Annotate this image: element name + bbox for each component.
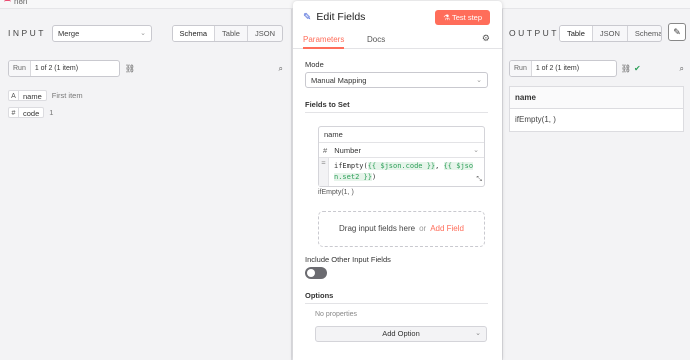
input-run-row: Run 1 of 2 (1 item) ⛓ ⌕ — [8, 60, 283, 77]
mode-select[interactable]: Manual Mapping ⌄ — [305, 72, 488, 88]
table-cell: ifEmpty(1, ) — [515, 115, 556, 124]
tab-table[interactable]: Table — [559, 25, 593, 41]
run-value: 1 of 2 (1 item) — [535, 65, 580, 72]
test-step-button[interactable]: ⚗ Test step — [435, 10, 490, 25]
add-field-link[interactable]: Add Field — [430, 224, 464, 233]
options-label: Options — [305, 291, 334, 300]
field-value-expression[interactable]: = ifEmpty({{ $json.code }}, {{ $jso n.set… — [319, 158, 484, 186]
tab-table[interactable]: Table — [215, 25, 248, 41]
unlink-icon[interactable]: ⛓ — [125, 64, 135, 73]
modal-tabs: Parameters Docs ⚙ — [293, 33, 502, 49]
check-circle-icon: ✔ — [634, 64, 641, 73]
toggle-knob — [307, 269, 315, 277]
output-label: OUTPUT — [509, 28, 559, 38]
field-type-select[interactable]: # Number ⌄ — [319, 143, 484, 158]
run-label: Run — [9, 61, 31, 76]
expression-icon: = — [319, 158, 329, 186]
input-panel: INPUT Merge ⌄ Schema Table JSON Run 1 of… — [0, 9, 292, 360]
tab-docs[interactable]: Docs — [367, 35, 385, 44]
input-node-select[interactable]: Merge ⌄ — [52, 24, 152, 42]
include-fields-toggle[interactable] — [305, 267, 327, 279]
app-name: h8n — [14, 0, 28, 6]
search-icon[interactable]: ⌕ — [680, 64, 684, 74]
chevron-down-icon: ⌄ — [473, 147, 479, 154]
chevron-down-icon: ⌄ — [476, 77, 482, 84]
add-option-select[interactable]: Add Option ⌄ — [315, 326, 487, 342]
tab-schema[interactable]: Schema — [172, 25, 216, 41]
run-value: 1 of 2 (1 item) — [34, 65, 79, 72]
output-header: OUTPUT Table JSON Schema — [509, 24, 662, 42]
tab-parameters[interactable]: Parameters — [303, 35, 345, 49]
chevron-down-icon: ⌄ — [140, 29, 146, 37]
schema-item[interactable]: # code 1 — [8, 106, 53, 118]
tab-schema[interactable]: Schema — [628, 26, 661, 41]
chevron-down-icon: ⌄ — [475, 330, 481, 337]
search-icon[interactable]: ⌕ — [279, 64, 283, 74]
output-run-select[interactable]: Run 1 of 2 (1 item) — [509, 60, 617, 77]
number-type-icon: # — [323, 146, 328, 155]
divider — [305, 112, 488, 113]
field-dropzone[interactable]: Drag input fields here or Add Field — [318, 211, 485, 247]
mode-label: Mode — [305, 60, 324, 69]
output-table: name ifEmpty(1, ) — [509, 86, 684, 132]
tab-json[interactable]: JSON — [593, 25, 628, 41]
expression-code: ifEmpty({{ $json.code }}, {{ $jso n.set2 … — [334, 162, 474, 181]
edit-fields-modal: ✎ Edit Fields ⚗ Test step Parameters Doc… — [293, 1, 502, 360]
flask-icon: ⚗ — [443, 13, 451, 22]
divider — [305, 303, 488, 304]
input-label: INPUT — [8, 28, 46, 38]
run-label: Run — [510, 61, 532, 76]
schema-item[interactable]: A name First item — [8, 89, 83, 101]
output-view-tabs: Table JSON Schema — [558, 24, 662, 42]
unlink-icon[interactable]: ⛓ — [621, 64, 631, 73]
gear-icon[interactable]: ⚙ — [482, 33, 490, 44]
expression-preview: ifEmpty(1, ) — [318, 189, 354, 196]
number-type-icon: # — [8, 106, 19, 118]
field-card: name # Number ⌄ = ifEmpty({{ $json.code … — [318, 126, 485, 187]
input-run-select[interactable]: Run 1 of 2 (1 item) — [8, 60, 120, 77]
output-panel: OUTPUT Table JSON Schema ✎ Run 1 of 2 (1… — [502, 9, 690, 360]
pencil-icon: ✎ — [303, 11, 312, 23]
expand-icon[interactable]: ⤡ — [476, 174, 482, 185]
table-header: name — [510, 87, 683, 109]
output-run-row: Run 1 of 2 (1 item) ⛓ ✔ ⌕ — [509, 60, 684, 77]
input-header: INPUT Merge ⌄ Schema Table JSON — [8, 24, 283, 42]
field-name-input[interactable]: name — [319, 127, 484, 143]
no-properties-text: No properties — [315, 311, 358, 318]
modal-title: ✎ Edit Fields — [303, 11, 366, 23]
pencil-icon: ✎ — [673, 27, 681, 37]
string-type-icon: A — [8, 89, 19, 101]
include-fields-label: Include Other Input Fields — [305, 255, 391, 264]
tab-json[interactable]: JSON — [248, 26, 282, 41]
edit-output-button[interactable]: ✎ — [668, 23, 686, 41]
app-logo-icon — [4, 0, 11, 4]
fields-to-set-label: Fields to Set — [305, 100, 350, 109]
input-view-tabs: Schema Table JSON — [171, 24, 283, 42]
